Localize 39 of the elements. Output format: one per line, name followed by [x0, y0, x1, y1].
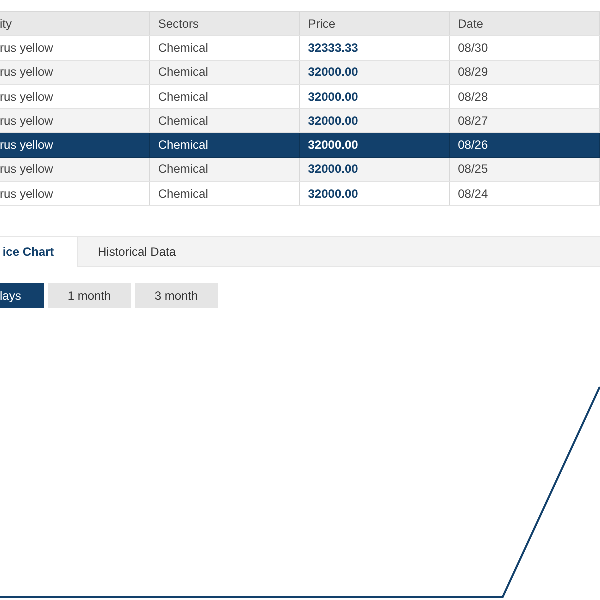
table-cell: rus yellow	[0, 132, 150, 158]
tab[interactable]: Historical Data	[78, 237, 196, 268]
range-button[interactable]: 3 month	[135, 283, 218, 308]
range-button[interactable]: 1 month	[48, 283, 131, 308]
column-header: Price	[300, 12, 450, 36]
table-cell: Chemical	[150, 60, 300, 84]
table-cell: Chemical	[150, 157, 300, 182]
range-button[interactable]: lays	[0, 283, 44, 308]
table-cell: 08/25	[450, 157, 600, 182]
column-header: Sectors	[150, 12, 300, 36]
table-cell: rus yellow	[0, 36, 150, 60]
table-row[interactable]: rus yellow Chemical 32000.00 08/29	[0, 60, 600, 84]
table-cell: Chemical	[150, 36, 300, 60]
tab[interactable]: ice Chart	[0, 237, 78, 268]
table-cell: 32000.00	[300, 108, 450, 133]
table-cell: 08/30	[450, 36, 600, 60]
column-header: Date	[450, 12, 600, 36]
table-cell: 08/24	[450, 182, 600, 206]
table-cell: 32333.33	[300, 36, 450, 60]
table-cell: 32000.00	[300, 60, 450, 84]
table-cell: 08/29	[450, 60, 600, 84]
table-cell: rus yellow	[0, 108, 150, 133]
table-cell: Chemical	[150, 132, 300, 158]
table-cell: 08/26	[450, 132, 600, 158]
table-cell: rus yellow	[0, 60, 150, 84]
table-cell: rus yellow	[0, 157, 150, 182]
table-cell: 32000.00	[300, 157, 450, 182]
table-row[interactable]: rus yellow Chemical 32000.00 08/26	[0, 132, 600, 158]
table-row[interactable]: rus yellow Chemical 32000.00 08/24	[0, 182, 600, 206]
table-row[interactable]: rus yellow Chemical 32333.33 08/30	[0, 36, 600, 60]
table-row[interactable]: rus yellow Chemical 32000.00 08/25	[0, 157, 600, 182]
table-cell: Chemical	[150, 108, 300, 133]
table-cell: 32000.00	[300, 182, 450, 206]
table-row[interactable]: rus yellow Chemical 32000.00 08/27	[0, 108, 600, 133]
column-header: ity	[0, 12, 150, 36]
table-cell: 08/27	[450, 108, 600, 133]
table-cell: rus yellow	[0, 182, 150, 206]
table-cell: Chemical	[150, 182, 300, 206]
table-cell: 32000.00	[300, 132, 450, 158]
